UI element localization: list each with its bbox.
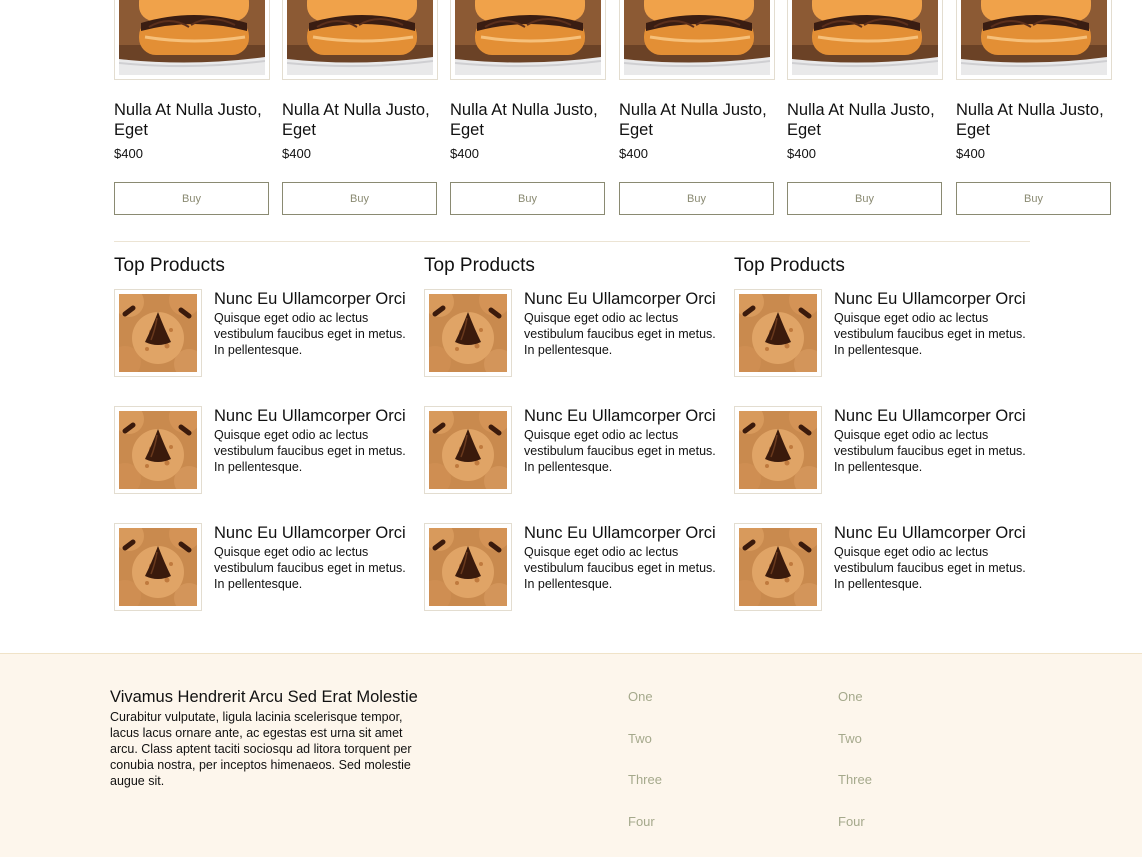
- footer-link-four[interactable]: Four: [628, 814, 655, 829]
- top-product-image[interactable]: [424, 523, 512, 611]
- buy-button[interactable]: Buy: [282, 182, 437, 215]
- eclair-image: [287, 0, 433, 75]
- top-product-description: Quisque eget odio ac lectus vestibulum f…: [214, 545, 406, 591]
- top-product-name[interactable]: Nunc Eu Ullamcorper Orci: [524, 289, 716, 309]
- eclair-image: [792, 0, 938, 75]
- top-product-item: Nunc Eu Ullamcorper Orci Quisque eget od…: [114, 523, 414, 613]
- buy-button[interactable]: Buy: [114, 182, 269, 215]
- top-product-name[interactable]: Nunc Eu Ullamcorper Orci: [834, 523, 1026, 543]
- product-image[interactable]: [450, 0, 606, 80]
- product-image[interactable]: [282, 0, 438, 80]
- buy-button[interactable]: Buy: [619, 182, 774, 215]
- product-title[interactable]: Nulla At Nulla Justo, Eget: [956, 100, 1114, 140]
- top-product-description: Quisque eget odio ac lectus vestibulum f…: [524, 311, 716, 357]
- top-product-description: Quisque eget odio ac lectus vestibulum f…: [834, 545, 1026, 591]
- column-title: Top Products: [424, 255, 535, 276]
- footer-link-one[interactable]: One: [628, 689, 653, 704]
- product-title[interactable]: Nulla At Nulla Justo, Eget: [619, 100, 777, 140]
- buy-button[interactable]: Buy: [956, 182, 1111, 215]
- cookie-image: [119, 528, 197, 606]
- top-product-item: Nunc Eu Ullamcorper Orci Quisque eget od…: [114, 406, 414, 496]
- top-product-name[interactable]: Nunc Eu Ullamcorper Orci: [524, 406, 716, 426]
- top-product-image[interactable]: [734, 406, 822, 494]
- product-title[interactable]: Nulla At Nulla Justo, Eget: [114, 100, 272, 140]
- top-product-description: Quisque eget odio ac lectus vestibulum f…: [214, 311, 406, 357]
- top-product-item: Nunc Eu Ullamcorper Orci Quisque eget od…: [734, 523, 1034, 613]
- product-grid: Nulla At Nulla Justo, Eget $400 Buy Null…: [114, 0, 1114, 216]
- top-product-item: Nunc Eu Ullamcorper Orci Quisque eget od…: [734, 289, 1034, 379]
- product-image[interactable]: [787, 0, 943, 80]
- top-product-item: Nunc Eu Ullamcorper Orci Quisque eget od…: [424, 289, 724, 379]
- cookie-image: [429, 411, 507, 489]
- product-price: $400: [619, 146, 648, 161]
- footer-link-three[interactable]: Three: [838, 772, 872, 787]
- top-product-name[interactable]: Nunc Eu Ullamcorper Orci: [834, 289, 1026, 309]
- cookie-image: [429, 294, 507, 372]
- top-product-image[interactable]: [424, 289, 512, 377]
- footer-link-one[interactable]: One: [838, 689, 863, 704]
- top-product-image[interactable]: [424, 406, 512, 494]
- top-product-image[interactable]: [114, 289, 202, 377]
- top-product-item: Nunc Eu Ullamcorper Orci Quisque eget od…: [114, 289, 414, 379]
- footer-text: Curabitur vulputate, ligula lacinia scel…: [110, 710, 412, 788]
- top-product-name[interactable]: Nunc Eu Ullamcorper Orci: [214, 289, 406, 309]
- buy-button[interactable]: Buy: [450, 182, 605, 215]
- cookie-image: [739, 528, 817, 606]
- top-product-image[interactable]: [734, 523, 822, 611]
- top-product-name[interactable]: Nunc Eu Ullamcorper Orci: [214, 406, 406, 426]
- top-product-description: Quisque eget odio ac lectus vestibulum f…: [524, 545, 716, 591]
- product-image[interactable]: [114, 0, 270, 80]
- product-title[interactable]: Nulla At Nulla Justo, Eget: [787, 100, 945, 140]
- eclair-image: [119, 0, 265, 75]
- cookie-image: [119, 411, 197, 489]
- footer: Vivamus Hendrerit Arcu Sed Erat Molestie…: [0, 653, 1142, 857]
- footer-link-two[interactable]: Two: [838, 731, 862, 746]
- buy-button[interactable]: Buy: [787, 182, 942, 215]
- top-product-name[interactable]: Nunc Eu Ullamcorper Orci: [214, 523, 406, 543]
- product-price: $400: [787, 146, 816, 161]
- top-product-name[interactable]: Nunc Eu Ullamcorper Orci: [524, 523, 716, 543]
- top-product-image[interactable]: [114, 406, 202, 494]
- top-product-description: Quisque eget odio ac lectus vestibulum f…: [834, 311, 1026, 357]
- product-price: $400: [450, 146, 479, 161]
- footer-link-three[interactable]: Three: [628, 772, 662, 787]
- top-product-item: Nunc Eu Ullamcorper Orci Quisque eget od…: [734, 406, 1034, 496]
- footer-title: Vivamus Hendrerit Arcu Sed Erat Molestie: [110, 688, 418, 706]
- eclair-image: [455, 0, 601, 75]
- top-product-item: Nunc Eu Ullamcorper Orci Quisque eget od…: [424, 523, 724, 613]
- column-title: Top Products: [734, 255, 845, 276]
- top-product-description: Quisque eget odio ac lectus vestibulum f…: [524, 428, 716, 474]
- cookie-image: [119, 294, 197, 372]
- top-product-name[interactable]: Nunc Eu Ullamcorper Orci: [834, 406, 1026, 426]
- top-product-description: Quisque eget odio ac lectus vestibulum f…: [214, 428, 406, 474]
- product-title[interactable]: Nulla At Nulla Justo, Eget: [450, 100, 608, 140]
- top-product-image[interactable]: [114, 523, 202, 611]
- top-product-description: Quisque eget odio ac lectus vestibulum f…: [834, 428, 1026, 474]
- product-price: $400: [114, 146, 143, 161]
- column-title: Top Products: [114, 255, 225, 276]
- cookie-image: [739, 294, 817, 372]
- cookie-image: [739, 411, 817, 489]
- product-image[interactable]: [956, 0, 1112, 80]
- product-title[interactable]: Nulla At Nulla Justo, Eget: [282, 100, 440, 140]
- product-price: $400: [956, 146, 985, 161]
- eclair-image: [624, 0, 770, 75]
- cookie-image: [429, 528, 507, 606]
- product-price: $400: [282, 146, 311, 161]
- footer-link-four[interactable]: Four: [838, 814, 865, 829]
- eclair-image: [961, 0, 1107, 75]
- top-product-item: Nunc Eu Ullamcorper Orci Quisque eget od…: [424, 406, 724, 496]
- product-image[interactable]: [619, 0, 775, 80]
- footer-link-two[interactable]: Two: [628, 731, 652, 746]
- top-product-image[interactable]: [734, 289, 822, 377]
- section-divider: [114, 241, 1030, 242]
